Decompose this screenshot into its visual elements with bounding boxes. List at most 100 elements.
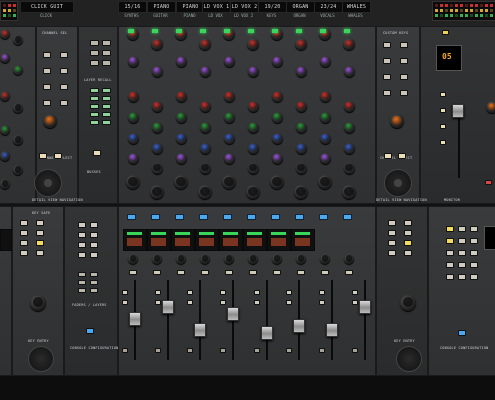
layer-key-button[interactable] (78, 222, 86, 228)
channel-select-button[interactable] (60, 84, 68, 90)
rotary-knob[interactable] (151, 162, 163, 174)
rotary-knob[interactable] (13, 65, 23, 75)
key-button[interactable] (388, 230, 396, 236)
rotary-knob[interactable] (13, 103, 23, 113)
key-button[interactable] (36, 240, 44, 246)
rotary-knob[interactable] (151, 65, 163, 77)
channel-fader[interactable] (261, 325, 273, 340)
pan-knob[interactable] (344, 254, 354, 264)
rotary-knob[interactable] (199, 100, 211, 112)
pan-knob[interactable] (320, 254, 330, 264)
rotary-knob[interactable] (13, 35, 23, 45)
channel-select-led[interactable] (343, 214, 352, 220)
rotary-knob[interactable] (319, 55, 331, 67)
rotary-knob[interactable] (271, 90, 283, 102)
rotary-knob[interactable] (0, 29, 10, 39)
key-button[interactable] (404, 250, 412, 256)
rotary-knob[interactable] (295, 38, 307, 50)
fader-button[interactable] (352, 348, 358, 353)
layer-key-button[interactable] (78, 242, 86, 248)
channel-select-led[interactable] (199, 214, 208, 220)
rotary-knob[interactable] (127, 111, 139, 123)
channel-select-button[interactable] (383, 42, 391, 48)
fader-button[interactable] (286, 348, 292, 353)
rotary-knob[interactable] (199, 38, 211, 50)
fader-button[interactable] (254, 300, 260, 305)
rotary-knob[interactable] (319, 90, 331, 102)
layer-recall-button[interactable] (102, 120, 111, 125)
rotary-knob[interactable] (13, 135, 23, 145)
rotary-knob[interactable] (0, 151, 10, 161)
function-button[interactable] (345, 270, 353, 275)
key-button[interactable] (404, 230, 412, 236)
channel-select-led[interactable] (175, 214, 184, 220)
layer-key-button[interactable] (90, 242, 98, 248)
layer-key-button[interactable] (90, 252, 98, 258)
key-button[interactable] (388, 240, 396, 246)
rotary-knob[interactable] (151, 38, 163, 50)
layer-key-button[interactable] (90, 288, 98, 293)
key-button[interactable] (388, 250, 396, 256)
pan-knob[interactable] (272, 254, 282, 264)
select-button[interactable] (384, 153, 392, 159)
rotary-knob[interactable] (294, 185, 308, 199)
channel-select-button[interactable] (400, 58, 408, 64)
channel-select-led[interactable] (271, 214, 280, 220)
function-button[interactable] (273, 270, 281, 275)
rotary-knob[interactable] (343, 38, 355, 50)
monitor-fader[interactable] (452, 104, 464, 118)
rotary-knob[interactable] (199, 65, 211, 77)
config-button[interactable] (470, 226, 478, 232)
function-button[interactable] (225, 270, 233, 275)
channel-fader[interactable] (359, 299, 371, 314)
channel-select-button[interactable] (400, 90, 408, 96)
fader-button[interactable] (319, 348, 325, 353)
rotary-knob[interactable] (270, 175, 284, 189)
channel-select-led[interactable] (151, 214, 160, 220)
channel-fader[interactable] (194, 323, 206, 338)
channel-select-button[interactable] (43, 100, 51, 106)
navigation-pad[interactable] (384, 169, 412, 197)
fader-button[interactable] (122, 300, 128, 305)
layer-key-button[interactable] (90, 280, 98, 285)
rotary-knob[interactable] (175, 111, 187, 123)
fader-button[interactable] (319, 300, 325, 305)
rotary-knob[interactable] (319, 152, 331, 164)
channel-select-button[interactable] (43, 68, 51, 74)
fader-button[interactable] (155, 300, 161, 305)
key-button[interactable] (20, 240, 28, 246)
config-button[interactable] (470, 262, 478, 268)
channel-select-button[interactable] (60, 52, 68, 58)
pan-knob[interactable] (224, 254, 234, 264)
fader-button[interactable] (155, 348, 161, 353)
rotary-knob[interactable] (295, 65, 307, 77)
layer-button[interactable] (102, 60, 111, 66)
layer-key-button[interactable] (78, 280, 86, 285)
function-button[interactable] (129, 270, 137, 275)
key-button[interactable] (404, 220, 412, 226)
pan-knob[interactable] (296, 254, 306, 264)
rotary-knob[interactable] (127, 152, 139, 164)
rotary-knob[interactable] (247, 100, 259, 112)
fader-button[interactable] (187, 290, 193, 295)
config-button[interactable] (446, 262, 454, 268)
rotary-knob[interactable] (175, 152, 187, 164)
channel-select-led[interactable] (223, 214, 232, 220)
rotary-knob[interactable] (198, 185, 212, 199)
key-button[interactable] (20, 230, 28, 236)
rotary-knob[interactable] (223, 90, 235, 102)
key-button[interactable] (36, 220, 44, 226)
fader-button[interactable] (254, 290, 260, 295)
config-button[interactable] (458, 262, 466, 268)
rotary-knob[interactable] (223, 132, 235, 144)
channel-fader[interactable] (162, 299, 174, 314)
orange-select-knob[interactable] (486, 101, 495, 113)
layer-key-button[interactable] (78, 232, 86, 238)
layer-button[interactable] (102, 50, 111, 56)
monitor-button[interactable] (440, 108, 446, 113)
key-button[interactable] (36, 230, 44, 236)
channel-select-led[interactable] (319, 214, 328, 220)
rotary-knob[interactable] (271, 55, 283, 67)
fader-button[interactable] (220, 290, 226, 295)
fader-button[interactable] (319, 290, 325, 295)
